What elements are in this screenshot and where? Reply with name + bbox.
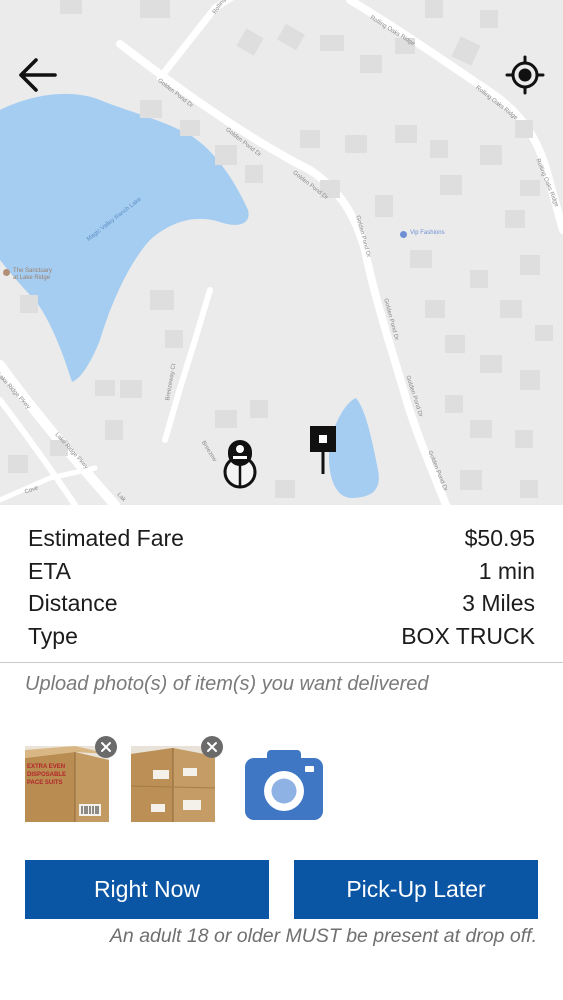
- eta-value: 1 min: [478, 557, 535, 584]
- box-photo-image: EXTRA EVEN DISPOSABLE PACE SUITS: [25, 746, 109, 822]
- box-print: PACE SUITS: [27, 780, 63, 786]
- dropoff-pin-icon[interactable]: [307, 424, 339, 476]
- my-location-icon: [505, 55, 545, 95]
- lake-water: [0, 93, 249, 382]
- box-photo-image: [131, 746, 215, 822]
- my-location-button[interactable]: [504, 54, 546, 96]
- fare-details-panel: Estimated Fare $50.95 ETA 1 min Distance…: [0, 505, 563, 663]
- map-canvas: [0, 0, 563, 505]
- back-button[interactable]: [14, 54, 60, 96]
- poi-label: The Sanctuary at Lake Ridge: [13, 268, 52, 282]
- remove-photo-button[interactable]: [95, 736, 117, 758]
- eta-row: ETA 1 min: [28, 555, 535, 587]
- box-print: DISPOSABLE: [27, 772, 66, 778]
- age-disclaimer: An adult 18 or older MUST be present at …: [109, 925, 537, 947]
- arrow-left-icon: [19, 58, 57, 92]
- pickup-later-button[interactable]: Pick-Up Later: [294, 860, 538, 919]
- distance-row: Distance 3 Miles: [28, 587, 535, 619]
- distance-value: 3 Miles: [462, 589, 535, 616]
- eta-label: ETA: [28, 557, 72, 584]
- camera-icon: [245, 750, 323, 820]
- poi-marker-icon: [3, 269, 10, 276]
- vehicle-type-row: Type BOX TRUCK: [28, 620, 535, 652]
- remove-photo-button[interactable]: [201, 736, 223, 758]
- poi-marker-icon: [400, 231, 407, 238]
- box-print: EXTRA EVEN: [27, 764, 65, 770]
- pickup-pin-icon[interactable]: [220, 436, 260, 491]
- poi-label: Vip Fashions: [410, 230, 445, 236]
- estimated-fare-value: $50.95: [464, 524, 535, 551]
- close-icon: [207, 742, 217, 752]
- photo-thumbnail[interactable]: [131, 746, 215, 822]
- upload-hint: Upload photo(s) of item(s) you want deli…: [25, 673, 429, 695]
- add-photo-camera-button[interactable]: [245, 750, 323, 820]
- poi-the-sanctuary[interactable]: The Sanctuary at Lake Ridge: [3, 268, 52, 282]
- vehicle-type-value: BOX TRUCK: [401, 622, 535, 649]
- right-now-button[interactable]: Right Now: [25, 860, 269, 919]
- poi-vip-fashions[interactable]: Vip Fashions: [400, 230, 445, 238]
- photo-thumbnail[interactable]: EXTRA EVEN DISPOSABLE PACE SUITS: [25, 746, 109, 822]
- estimated-fare-label: Estimated Fare: [28, 524, 184, 551]
- vehicle-type-label: Type: [28, 622, 78, 649]
- poi-label-line1: The Sanctuary: [13, 268, 53, 274]
- map-view[interactable]: Rolling O Golden Pond Dr Golden Pond Dr …: [0, 0, 563, 505]
- estimated-fare-row: Estimated Fare $50.95: [28, 522, 535, 554]
- distance-label: Distance: [28, 589, 118, 616]
- poi-label-line2: at Lake Ridge: [13, 275, 51, 281]
- close-icon: [101, 742, 111, 752]
